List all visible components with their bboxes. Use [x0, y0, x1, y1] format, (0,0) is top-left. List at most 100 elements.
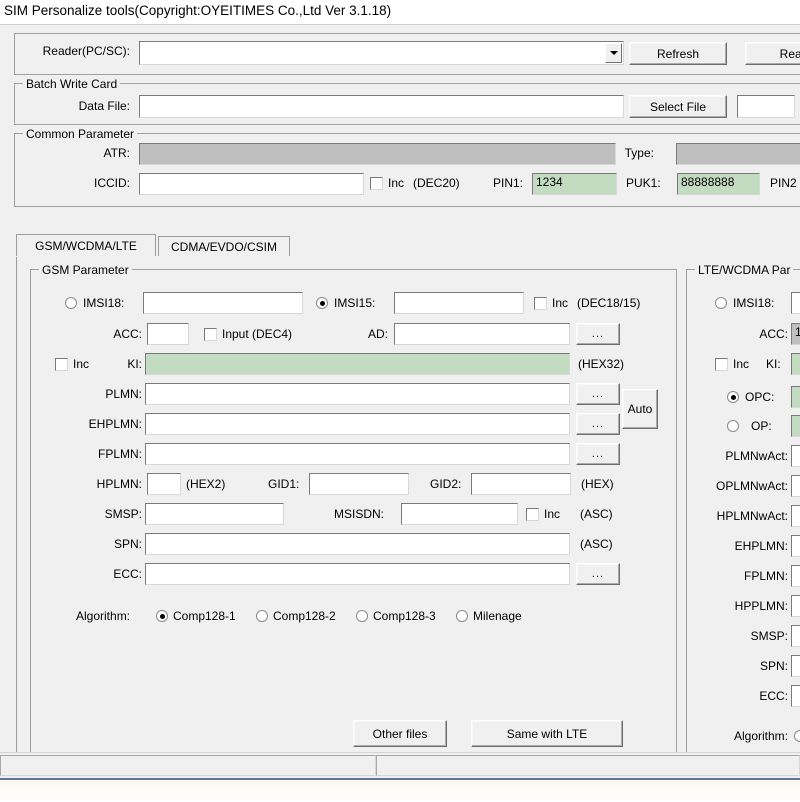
lte-parameter-caption: LTE/WCDMA Par	[695, 263, 794, 277]
ad-browse-button[interactable]: ...	[576, 323, 620, 345]
plmn-label: PLMN:	[105, 387, 142, 401]
other-files-button[interactable]: Other files	[353, 720, 447, 747]
algorithm-comp128-2-radio[interactable]	[256, 610, 268, 622]
lte-imsi18-radio[interactable]	[715, 297, 727, 309]
ehplmn-label: EHPLMN:	[88, 417, 142, 431]
msisdn-format-hint: (ASC)	[580, 507, 613, 521]
lte-plmnwact-input[interactable]	[791, 445, 800, 467]
select-file-button[interactable]: Select File	[629, 95, 727, 118]
algorithm-comp128-1-radio[interactable]	[156, 610, 168, 622]
lte-opc-radio[interactable]	[727, 391, 739, 403]
imsi15-input[interactable]	[394, 292, 524, 314]
msisdn-label: MSISDN:	[334, 507, 385, 521]
lte-oplmnwact-input[interactable]	[791, 475, 800, 497]
imsi-inc-checkbox[interactable]	[534, 297, 547, 310]
algorithm-comp128-3-label: Comp128-3	[373, 609, 436, 623]
lte-smsp-input[interactable]	[791, 625, 800, 647]
lte-op-input[interactable]	[791, 415, 800, 437]
puk1-label: PUK1:	[626, 176, 661, 190]
type-label: Type:	[624, 146, 654, 160]
refresh-button[interactable]: Refresh	[629, 42, 727, 65]
lte-hplmnwact-label: HPLMNwAct:	[716, 509, 788, 523]
puk1-input[interactable]: 88888888	[677, 173, 760, 195]
imsi18-input[interactable]	[143, 292, 303, 314]
smsp-input[interactable]	[145, 503, 284, 525]
ki-input[interactable]	[145, 353, 570, 375]
type-field	[676, 143, 800, 165]
msisdn-inc-checkbox[interactable]	[526, 508, 539, 521]
lte-op-radio[interactable]	[727, 420, 739, 432]
tab-gsm-wcdma-lte[interactable]: GSM/WCDMA/LTE	[16, 234, 156, 257]
lte-hplmnwact-input[interactable]	[791, 505, 800, 527]
application-window: SIM Personalize tools(Copyright:OYEITIME…	[0, 0, 800, 802]
ecc-browse-button[interactable]: ...	[576, 563, 620, 585]
spn-label: SPN:	[113, 537, 142, 551]
lte-algorithm-label: Algorithm:	[733, 729, 788, 743]
algorithm-milenage-radio[interactable]	[456, 610, 468, 622]
fplmn-label: FPLMN:	[97, 447, 142, 461]
batch-count-input[interactable]	[737, 95, 795, 118]
lte-imsi18-input[interactable]	[791, 292, 800, 314]
ecc-input[interactable]	[145, 563, 570, 585]
reader-label: Reader(PC/SC):	[42, 44, 130, 58]
plmn-input[interactable]	[145, 383, 570, 405]
lte-smsp-label: SMSP:	[750, 629, 788, 643]
ad-input[interactable]	[394, 323, 570, 345]
fplmn-input[interactable]	[145, 443, 570, 465]
algorithm-comp128-3-radio[interactable]	[356, 610, 368, 622]
reader-combobox[interactable]	[139, 41, 624, 65]
lte-ki-label: KI:	[766, 357, 781, 371]
data-file-input[interactable]	[139, 95, 624, 118]
lte-hpplmn-input[interactable]	[791, 595, 800, 617]
lte-ehplmn-input[interactable]	[791, 535, 800, 557]
window-title: SIM Personalize tools(Copyright:OYEITIME…	[4, 3, 392, 18]
lte-ki-inc-checkbox[interactable]	[715, 358, 728, 371]
spn-format-hint: (ASC)	[580, 537, 613, 551]
lte-spn-input[interactable]	[791, 655, 800, 677]
lte-plmnwact-label: PLMNwAct:	[725, 449, 788, 463]
batch-write-card-caption: Batch Write Card	[23, 77, 121, 91]
gid2-label: GID2:	[430, 477, 462, 491]
algorithm-comp128-2-label: Comp128-2	[273, 609, 336, 623]
auto-button[interactable]: Auto	[622, 389, 658, 429]
gid2-input[interactable]	[471, 473, 571, 495]
pin1-input[interactable]: 1234	[532, 173, 617, 195]
imsi-inc-label: Inc	[552, 296, 569, 310]
client-area: Reader(PC/SC): Refresh Read Batch Write …	[0, 24, 800, 777]
fplmn-browse-button[interactable]: ...	[576, 443, 620, 465]
pin1-label: PIN1:	[493, 176, 524, 190]
lte-hpplmn-label: HPPLMN:	[734, 599, 788, 613]
imsi18-radio[interactable]	[65, 297, 77, 309]
lte-opc-input[interactable]	[791, 386, 800, 408]
algorithm-milenage-label: Milenage	[473, 609, 522, 623]
msisdn-inc-label: Inc	[544, 507, 561, 521]
msisdn-input[interactable]	[401, 503, 518, 525]
lte-acc-field: 1	[791, 323, 800, 345]
spn-input[interactable]	[145, 533, 570, 555]
lte-algorithm-radio[interactable]	[794, 730, 800, 742]
read-button[interactable]: Read	[745, 42, 800, 65]
tab-cdma-evdo-csim[interactable]: CDMA/EVDO/CSIM	[158, 236, 290, 257]
ehplmn-input[interactable]	[145, 413, 570, 435]
lte-ehplmn-label: EHPLMN:	[734, 539, 788, 553]
chevron-down-icon[interactable]	[605, 43, 622, 63]
imsi-format-hint: (DEC18/15)	[577, 296, 641, 310]
iccid-inc-label: Inc	[388, 176, 405, 190]
gid1-label: GID1:	[268, 477, 300, 491]
ki-inc-label: Inc	[73, 357, 90, 371]
hplmn-input[interactable]	[147, 473, 181, 495]
lte-ki-input[interactable]	[791, 353, 800, 375]
acc-input-checkbox[interactable]	[204, 328, 217, 341]
acc-input[interactable]	[147, 323, 189, 345]
gid1-input[interactable]	[309, 473, 409, 495]
iccid-inc-checkbox[interactable]	[370, 177, 383, 190]
iccid-input[interactable]	[139, 173, 364, 195]
ki-inc-checkbox[interactable]	[55, 358, 68, 371]
lte-fplmn-input[interactable]	[791, 565, 800, 587]
ehplmn-browse-button[interactable]: ...	[576, 413, 620, 435]
imsi15-radio[interactable]	[316, 297, 328, 309]
title-bar: SIM Personalize tools(Copyright:OYEITIME…	[0, 0, 800, 24]
plmn-browse-button[interactable]: ...	[576, 383, 620, 405]
same-with-lte-button[interactable]: Same with LTE	[471, 720, 623, 747]
lte-ecc-input[interactable]	[791, 685, 800, 707]
